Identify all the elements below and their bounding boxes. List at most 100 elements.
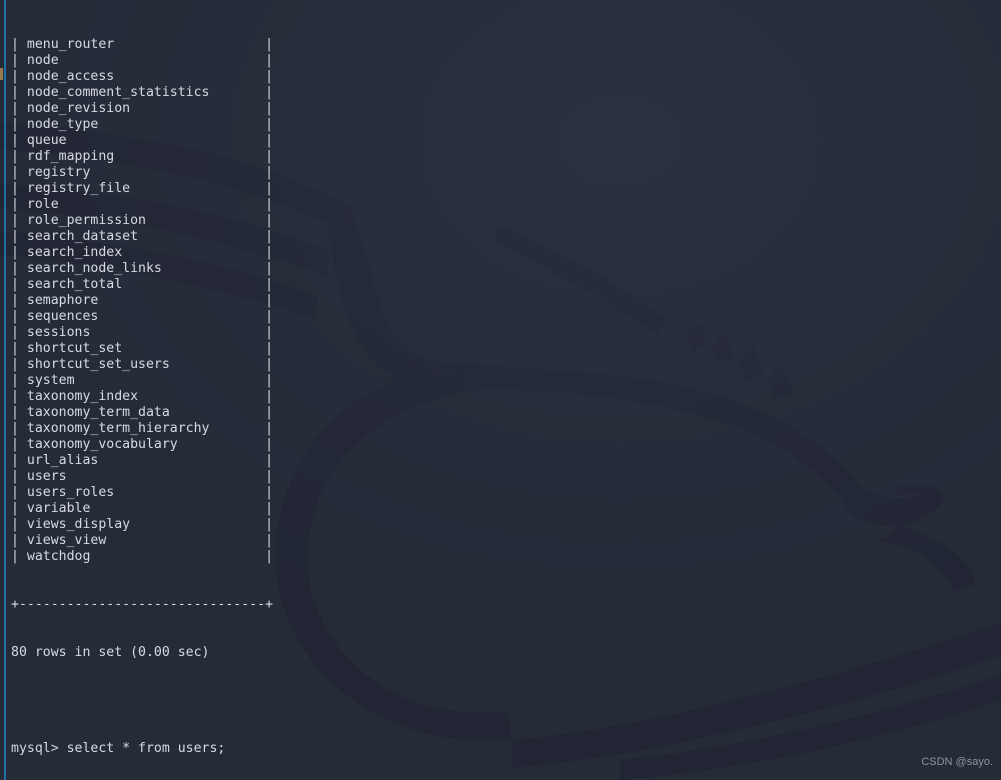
cell-divider: | xyxy=(265,437,274,452)
cell-divider: | xyxy=(11,517,27,532)
cell-divider: | xyxy=(265,421,274,436)
cell-divider: | xyxy=(11,373,27,388)
table-name-row: | sequences | xyxy=(11,309,1001,325)
table-name-value: node_comment_statistics xyxy=(26,85,266,100)
cell-divider: | xyxy=(11,293,27,308)
cell-divider: | xyxy=(265,213,274,228)
table-name-value: rdf_mapping xyxy=(26,149,266,164)
table-name-value: shortcut_set xyxy=(26,341,266,356)
table-name-row: | node | xyxy=(11,53,1001,69)
table-name-value: registry_file xyxy=(26,181,266,196)
table-name-value: views_display xyxy=(26,517,266,532)
tables-list-status: 80 rows in set (0.00 sec) xyxy=(11,645,210,660)
cell-divider: | xyxy=(11,357,27,372)
terminal-output[interactable]: | menu_router | | node | | node_access | | … xyxy=(0,0,1001,780)
terminal-screen[interactable]: | menu_router | | node | | node_access | | … xyxy=(0,0,1001,780)
cell-divider: | xyxy=(265,149,274,164)
table-name-row: | taxonomy_vocabulary | xyxy=(11,437,1001,453)
cell-divider: | xyxy=(11,117,27,132)
cell-divider: | xyxy=(265,165,274,180)
cell-divider: | xyxy=(11,341,27,356)
query-prompt-line: mysql> select * from users; xyxy=(11,741,1001,757)
cell-divider: | xyxy=(11,101,27,116)
table-name-value: variable xyxy=(26,501,266,516)
cell-divider: | xyxy=(11,485,27,500)
table-name-row: | registry | xyxy=(11,165,1001,181)
cell-divider: | xyxy=(265,405,274,420)
cell-divider: | xyxy=(265,261,274,276)
cell-divider: | xyxy=(11,37,27,52)
table-name-value: menu_router xyxy=(26,37,266,52)
table-name-value: taxonomy_term_data xyxy=(26,405,266,420)
csdn-watermark: CSDN @sayo. xyxy=(921,756,993,768)
cell-divider: | xyxy=(265,277,274,292)
cell-divider: | xyxy=(265,373,274,388)
cell-divider: | xyxy=(265,117,274,132)
table-name-row: | shortcut_set_users | xyxy=(11,357,1001,373)
cell-divider: | xyxy=(11,85,27,100)
cell-divider: | xyxy=(11,277,27,292)
table-name-row: | role | xyxy=(11,197,1001,213)
cell-divider: | xyxy=(11,437,27,452)
cell-divider: | xyxy=(11,69,27,84)
cell-divider: | xyxy=(11,197,27,212)
table-name-row: | search_node_links | xyxy=(11,261,1001,277)
table-name-value: sessions xyxy=(26,325,266,340)
cell-divider: | xyxy=(265,293,274,308)
cell-divider: | xyxy=(265,133,274,148)
table-name-row: | watchdog | xyxy=(11,549,1001,565)
prompt-label: mysql> xyxy=(11,741,59,756)
table-name-value: taxonomy_vocabulary xyxy=(26,437,266,452)
table-name-row: | menu_router | xyxy=(11,37,1001,53)
cell-divider: | xyxy=(11,421,27,436)
table-name-row: | registry_file | xyxy=(11,181,1001,197)
table-name-value: node_type xyxy=(26,117,266,132)
cell-divider: | xyxy=(265,245,274,260)
table-name-row: | node_type | xyxy=(11,117,1001,133)
cell-divider: | xyxy=(11,213,27,228)
cell-divider: | xyxy=(265,37,274,52)
cell-divider: | xyxy=(11,549,27,564)
table-name-value: sequences xyxy=(26,309,266,324)
cell-divider: | xyxy=(265,389,274,404)
table-name-row: | users | xyxy=(11,469,1001,485)
table-name-value: shortcut_set_users xyxy=(26,357,266,372)
cell-divider: | xyxy=(11,229,27,244)
cell-divider: | xyxy=(11,325,27,340)
cell-divider: | xyxy=(265,469,274,484)
table-name-value: queue xyxy=(26,133,266,148)
cell-divider: | xyxy=(265,309,274,324)
cell-divider: | xyxy=(265,229,274,244)
table-name-value: role_permission xyxy=(26,213,266,228)
table-name-row: | node_revision | xyxy=(11,101,1001,117)
table-name-row: | views_view | xyxy=(11,533,1001,549)
table-name-value: taxonomy_term_hierarchy xyxy=(26,421,266,436)
cell-divider: | xyxy=(265,501,274,516)
cell-divider: | xyxy=(265,453,274,468)
cell-divider: | xyxy=(265,325,274,340)
cell-divider: | xyxy=(11,469,27,484)
table-name-row: | rdf_mapping | xyxy=(11,149,1001,165)
table-name-value: search_index xyxy=(26,245,266,260)
cell-divider: | xyxy=(11,133,27,148)
cell-divider: | xyxy=(11,453,27,468)
table-name-row: | queue | xyxy=(11,133,1001,149)
table-name-value: users xyxy=(26,469,266,484)
table-name-value: registry xyxy=(26,165,266,180)
cell-divider: | xyxy=(265,357,274,372)
table-name-row: | url_alias | xyxy=(11,453,1001,469)
cell-divider: | xyxy=(265,533,274,548)
table-name-row: | node_comment_statistics | xyxy=(11,85,1001,101)
table-name-value: search_node_links xyxy=(26,261,266,276)
cell-divider: | xyxy=(265,197,274,212)
table-name-row: | node_access | xyxy=(11,69,1001,85)
cell-divider: | xyxy=(265,101,274,116)
cell-divider: | xyxy=(265,85,274,100)
cell-divider: | xyxy=(265,549,274,564)
cell-divider: | xyxy=(11,309,27,324)
table-name-value: search_total xyxy=(26,277,266,292)
table-name-row: | shortcut_set | xyxy=(11,341,1001,357)
cell-divider: | xyxy=(265,485,274,500)
table-name-row: | taxonomy_term_hierarchy | xyxy=(11,421,1001,437)
table-name-row: | semaphore | xyxy=(11,293,1001,309)
